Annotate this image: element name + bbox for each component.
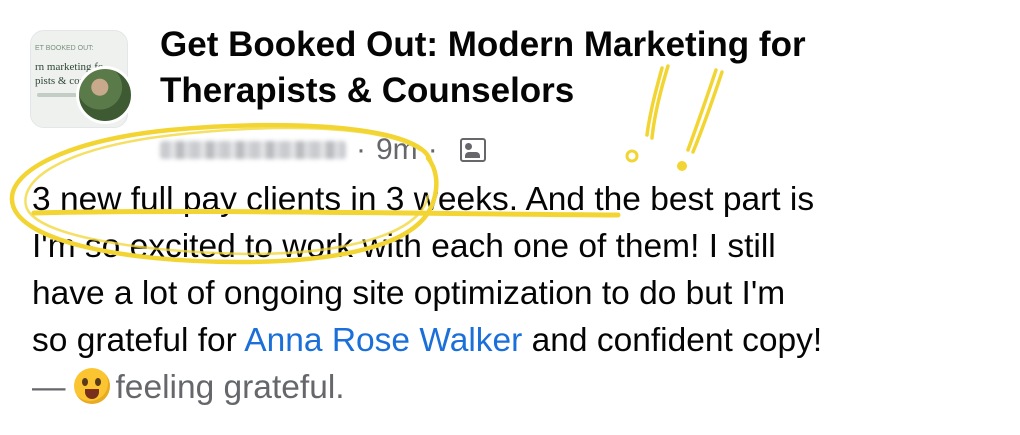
highlighted-result-text: 3 new full pay clients in 3 weeks. bbox=[32, 181, 518, 218]
post-line: so grateful for Anna Rose Walker and con… bbox=[32, 317, 1002, 364]
group-cover-divider bbox=[37, 93, 77, 97]
grateful-face-emoji-icon bbox=[73, 368, 110, 404]
meta-separator: · bbox=[356, 133, 366, 166]
post-timestamp[interactable]: 9m bbox=[376, 133, 418, 167]
post-text: And the best part is bbox=[518, 181, 815, 218]
feeling-dash: — bbox=[32, 369, 66, 406]
facebook-group-post: ET BOOKED OUT: rn marketing fo pists & c… bbox=[0, 0, 1020, 435]
meta-separator: · bbox=[427, 133, 438, 166]
post-line: I'm so excited to work with each one of … bbox=[32, 228, 776, 265]
post-meta: · 9m · bbox=[160, 132, 486, 168]
group-title[interactable]: Get Booked Out: Modern Marketing for The… bbox=[160, 22, 980, 114]
post-line: have a lot of ongoing site optimization … bbox=[32, 275, 786, 312]
post-line: 3 new full pay clients in 3 weeks. And t… bbox=[32, 176, 1002, 223]
post-body: 3 new full pay clients in 3 weeks. And t… bbox=[32, 176, 1002, 411]
exclamation-dot-2 bbox=[677, 161, 687, 171]
group-cover-text: ET BOOKED OUT: bbox=[35, 45, 94, 52]
feeling-activity: — feeling grateful. bbox=[32, 364, 1002, 411]
post-text: and confident copy! bbox=[522, 322, 823, 359]
mention-link[interactable]: Anna Rose Walker bbox=[244, 322, 522, 359]
feeling-text[interactable]: feeling grateful. bbox=[116, 369, 345, 406]
poster-avatar[interactable] bbox=[76, 66, 134, 124]
exclamation-dot-1 bbox=[625, 149, 639, 163]
blurred-author-name[interactable] bbox=[160, 141, 346, 159]
group-audience-icon bbox=[459, 138, 486, 162]
post-text: so grateful for bbox=[32, 322, 245, 359]
